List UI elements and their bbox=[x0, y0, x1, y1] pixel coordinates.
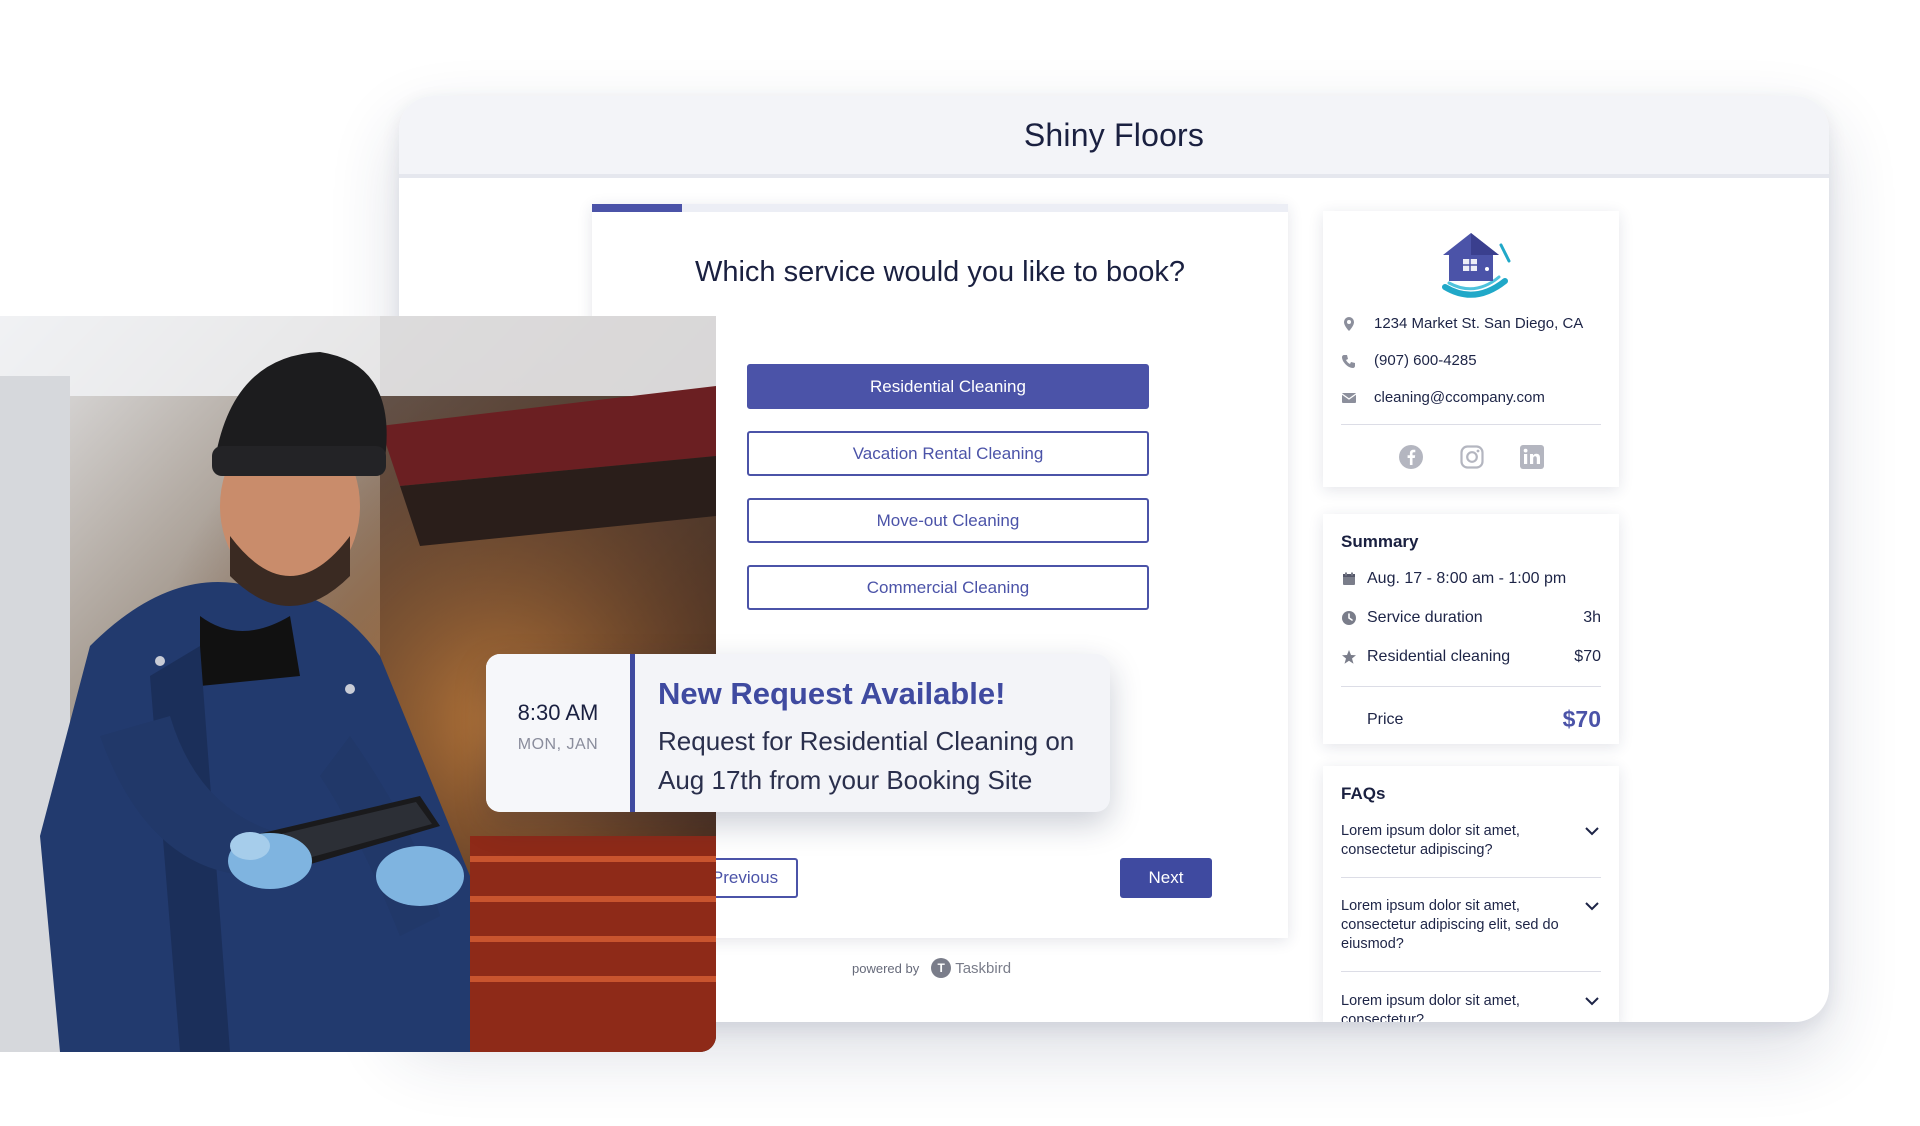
linkedin-icon[interactable] bbox=[1518, 443, 1546, 471]
notification-title: New Request Available! bbox=[658, 676, 1006, 711]
new-request-notification[interactable]: 8:30 AM MON, JAN New Request Available! … bbox=[486, 654, 1110, 812]
taskbird-logo-icon: T bbox=[931, 958, 952, 978]
summary-service-row: Residential cleaning $70 bbox=[1341, 648, 1601, 666]
faq-question: Lorem ipsum dolor sit amet, consectetur … bbox=[1341, 823, 1520, 858]
window-header: Shiny Floors bbox=[399, 96, 1829, 178]
notification-body: Request for Residential Cleaning on Aug … bbox=[658, 726, 1075, 795]
faq-question: Lorem ipsum dolor sit amet, consectetur? bbox=[1341, 993, 1520, 1022]
summary-duration-label: Service duration bbox=[1367, 609, 1483, 626]
contact-card: 1234 Market St. San Diego, CA (907) 600-… bbox=[1323, 211, 1619, 487]
contact-email[interactable]: cleaning@ccompany.com bbox=[1341, 389, 1545, 406]
faq-card: FAQs Lorem ipsum dolor sit amet, consect… bbox=[1323, 766, 1619, 1022]
faq-item[interactable]: Lorem ipsum dolor sit amet, consectetur … bbox=[1341, 897, 1601, 954]
summary-date: Aug. 17 - 8:00 am - 1:00 pm bbox=[1367, 570, 1567, 587]
site-title: Shiny Floors bbox=[1023, 116, 1205, 153]
chevron-down-icon[interactable] bbox=[1583, 897, 1601, 915]
notification-day: MON, JAN bbox=[517, 736, 599, 753]
faq-divider bbox=[1341, 971, 1601, 972]
service-option-move-out[interactable]: Move-out Cleaning bbox=[747, 498, 1149, 543]
faq-divider bbox=[1341, 877, 1601, 878]
faq-item[interactable]: Lorem ipsum dolor sit amet, consectetur … bbox=[1341, 822, 1601, 860]
summary-date-row: Aug. 17 - 8:00 am - 1:00 pm bbox=[1341, 570, 1601, 588]
summary-card: Summary Aug. 17 - 8:00 am - 1:00 pm Serv… bbox=[1323, 514, 1619, 744]
instagram-icon[interactable] bbox=[1458, 443, 1486, 471]
star-icon bbox=[1341, 649, 1357, 665]
chevron-down-icon[interactable] bbox=[1583, 992, 1601, 1010]
facebook-icon[interactable] bbox=[1397, 443, 1425, 471]
service-option-vacation-rental[interactable]: Vacation Rental Cleaning bbox=[747, 431, 1149, 476]
contact-address: 1234 Market St. San Diego, CA bbox=[1341, 315, 1583, 332]
email-icon bbox=[1341, 390, 1357, 406]
calendar-icon bbox=[1341, 571, 1357, 587]
powered-by[interactable]: powered by T Taskbird bbox=[852, 958, 1011, 978]
notification-time-panel: 8:30 AM MON, JAN bbox=[486, 654, 630, 812]
powered-by-label: powered by bbox=[852, 960, 920, 976]
service-option-commercial[interactable]: Commercial Cleaning bbox=[747, 565, 1149, 610]
contact-phone[interactable]: (907) 600-4285 bbox=[1341, 352, 1477, 369]
summary-price-row: Price $70 bbox=[1367, 706, 1601, 733]
address-text: 1234 Market St. San Diego, CA bbox=[1374, 315, 1584, 332]
chevron-down-icon[interactable] bbox=[1583, 822, 1601, 840]
next-button[interactable]: Next bbox=[1120, 858, 1212, 898]
phone-text: (907) 600-4285 bbox=[1374, 352, 1477, 369]
notification-accent-bar bbox=[630, 654, 635, 812]
notification-time: 8:30 AM bbox=[517, 700, 599, 725]
summary-service-label: Residential cleaning bbox=[1367, 648, 1511, 665]
progress-fill bbox=[592, 204, 683, 212]
clock-icon bbox=[1341, 610, 1357, 626]
price-label: Price bbox=[1367, 710, 1404, 728]
faq-title: FAQs bbox=[1341, 784, 1386, 803]
phone-icon bbox=[1341, 353, 1357, 369]
contact-divider bbox=[1341, 424, 1601, 425]
faq-question: Lorem ipsum dolor sit amet, consectetur … bbox=[1341, 898, 1559, 952]
price-value: $70 bbox=[1562, 706, 1601, 732]
service-question: Which service would you like to book? bbox=[694, 256, 1185, 288]
summary-duration-value: 3h bbox=[1583, 609, 1601, 626]
email-text: cleaning@ccompany.com bbox=[1374, 389, 1545, 406]
summary-service-value: $70 bbox=[1574, 648, 1601, 665]
service-option-residential[interactable]: Residential Cleaning bbox=[747, 364, 1149, 409]
taskbird-brand: Taskbird bbox=[955, 959, 1012, 977]
summary-duration-row: Service duration 3h bbox=[1341, 609, 1601, 627]
progress-track bbox=[592, 204, 1288, 212]
company-logo-icon bbox=[1442, 233, 1511, 298]
location-pin-icon bbox=[1341, 316, 1357, 332]
summary-title: Summary bbox=[1341, 532, 1419, 551]
faq-item[interactable]: Lorem ipsum dolor sit amet, consectetur? bbox=[1341, 992, 1601, 1022]
summary-divider bbox=[1341, 686, 1601, 687]
